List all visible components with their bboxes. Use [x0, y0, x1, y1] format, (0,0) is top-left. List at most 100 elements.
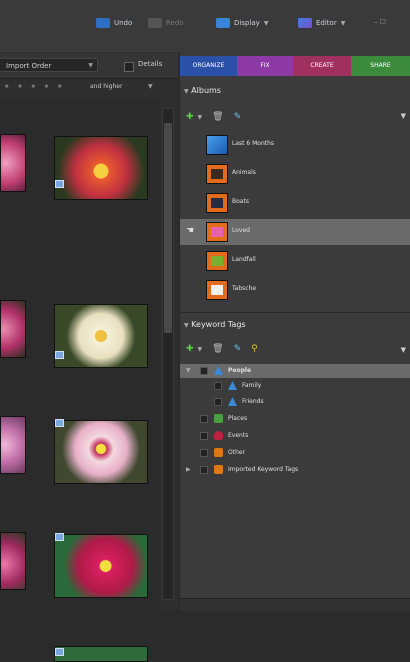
tag-checkbox[interactable] [200, 415, 208, 423]
display-button[interactable]: Display ▼ [216, 18, 268, 28]
photo-thumbnail[interactable] [54, 136, 148, 200]
chevron-down-icon: ▼ [263, 19, 269, 27]
editor-icon [298, 18, 312, 28]
collapse-triangle-icon: ▼ [184, 322, 189, 329]
window-controls-glyph: – ☐ [374, 18, 387, 26]
tag-checkbox[interactable] [200, 466, 208, 474]
tag-checkbox[interactable] [214, 398, 222, 406]
album-item[interactable]: Landfall [180, 248, 410, 274]
editor-button[interactable]: Editor ▼ [298, 18, 345, 28]
hand-cursor-icon: ☚ [186, 226, 195, 236]
photo-thumbnail[interactable] [54, 420, 148, 484]
photo-thumbnail[interactable] [54, 304, 148, 368]
album-label: Loved [232, 227, 250, 234]
undo-label: Undo [114, 19, 133, 27]
display-label: Display [234, 19, 260, 27]
keyword-tag-item[interactable]: Friends [180, 395, 410, 409]
grid-scrollbar[interactable] [162, 108, 174, 600]
albums-toolbar: ✚ ▼ 🗑 ✎ [186, 110, 241, 124]
other-tag-icon [214, 448, 223, 457]
details-label: Details [138, 60, 163, 68]
find-tag-icon[interactable]: ⚲ [251, 344, 258, 354]
redo-button[interactable]: Redo [148, 18, 184, 28]
album-label: Last 6 Months [232, 140, 275, 147]
album-label: Tabsche [232, 285, 257, 292]
keyword-tag-item[interactable]: Places [180, 412, 410, 426]
rating-qualifier[interactable]: and higher [90, 83, 122, 90]
photo-thumbnail[interactable] [54, 534, 148, 598]
photo-thumbnail[interactable] [0, 134, 26, 192]
keyword-tag-item[interactable]: ▼ People [180, 364, 410, 378]
keyword-tags-header[interactable]: ▼ Keyword Tags [184, 320, 246, 329]
photo-thumbnail[interactable] [0, 300, 26, 358]
panel-options-icon[interactable]: ▼ [401, 112, 406, 120]
places-tag-icon [214, 414, 223, 423]
sort-order-dropdown[interactable]: Import Order ▼ [0, 58, 98, 72]
add-tag-icon[interactable]: ✚ [186, 344, 194, 354]
tag-label: People [228, 367, 252, 374]
chevron-down-icon[interactable]: ▼ [198, 346, 203, 353]
album-item[interactable]: Boats [180, 190, 410, 216]
delete-album-icon[interactable]: 🗑 [212, 112, 223, 122]
tag-label: Imported Keyword Tags [228, 466, 299, 473]
keyword-tag-item[interactable]: Other [180, 446, 410, 460]
keyword-tag-item[interactable]: ▶ Imported Keyword Tags [180, 463, 410, 477]
task-tabs: ORGANIZE FIX CREATE SHARE [180, 56, 410, 76]
expand-triangle-icon[interactable]: ▶ [186, 466, 191, 473]
photo-thumbnail[interactable] [54, 646, 148, 662]
album-item[interactable]: Last 6 Months [180, 132, 410, 158]
tag-label: Other [228, 449, 246, 456]
selection-badge [55, 180, 64, 188]
media-browser: Import Order ▼ Details ★ ★ ★ ★ ★ and hig… [0, 52, 178, 662]
selection-badge [55, 351, 64, 359]
chevron-down-icon[interactable]: ▼ [148, 83, 153, 90]
events-tag-icon [214, 431, 223, 440]
photo-thumbnail[interactable] [0, 532, 26, 590]
tag-checkbox[interactable] [200, 449, 208, 457]
add-album-icon[interactable]: ✚ [186, 112, 194, 122]
delete-tag-icon[interactable]: 🗑 [212, 344, 223, 354]
edit-tag-icon[interactable]: ✎ [234, 344, 242, 354]
keyword-tag-item[interactable]: Events [180, 429, 410, 443]
display-icon [216, 18, 230, 28]
tab-fix[interactable]: FIX [237, 56, 293, 76]
tag-checkbox[interactable] [200, 432, 208, 440]
tab-share[interactable]: SHARE [351, 56, 410, 76]
tab-organize[interactable]: ORGANIZE [180, 56, 237, 76]
chevron-down-icon[interactable]: ▼ [198, 114, 203, 121]
album-label: Boats [232, 198, 249, 205]
people-tag-icon [214, 366, 223, 375]
photo-thumbnail[interactable] [0, 416, 26, 474]
chevron-down-icon: ▼ [340, 19, 346, 27]
tag-checkbox[interactable] [214, 382, 222, 390]
rating-stars[interactable]: ★ ★ ★ ★ ★ [4, 83, 66, 90]
redo-label: Redo [166, 19, 184, 27]
albums-title: Albums [191, 86, 221, 95]
expand-triangle-icon[interactable]: ▼ [186, 367, 191, 374]
person-tag-icon [228, 397, 237, 406]
panel-options-icon[interactable]: ▼ [401, 346, 406, 354]
albums-header[interactable]: ▼ Albums [184, 86, 221, 95]
tag-label: Family [242, 382, 262, 389]
panel-divider[interactable] [180, 312, 410, 313]
selection-badge [55, 648, 64, 656]
album-item[interactable]: Tabsche [180, 277, 410, 303]
imported-tag-icon [214, 465, 223, 474]
album-item[interactable]: Animals [180, 161, 410, 187]
person-tag-icon [228, 381, 237, 390]
undo-button[interactable]: Undo [96, 18, 132, 28]
keyword-tag-item[interactable]: Family [180, 379, 410, 393]
scrollbar-thumb[interactable] [164, 123, 172, 333]
selection-badge [55, 533, 64, 541]
window-controls[interactable]: – ☐ [374, 18, 386, 26]
album-thumbnail [206, 164, 228, 184]
details-checkbox[interactable] [124, 62, 134, 72]
sort-order-value: Import Order [6, 62, 52, 70]
undo-icon [96, 18, 110, 28]
chevron-down-icon: ▼ [88, 62, 93, 69]
tag-checkbox[interactable] [200, 367, 208, 375]
album-item-selected[interactable]: ☚ Loved [180, 219, 410, 245]
edit-album-icon[interactable]: ✎ [234, 112, 242, 122]
album-thumbnail [206, 251, 228, 271]
tab-create[interactable]: CREATE [293, 56, 351, 76]
